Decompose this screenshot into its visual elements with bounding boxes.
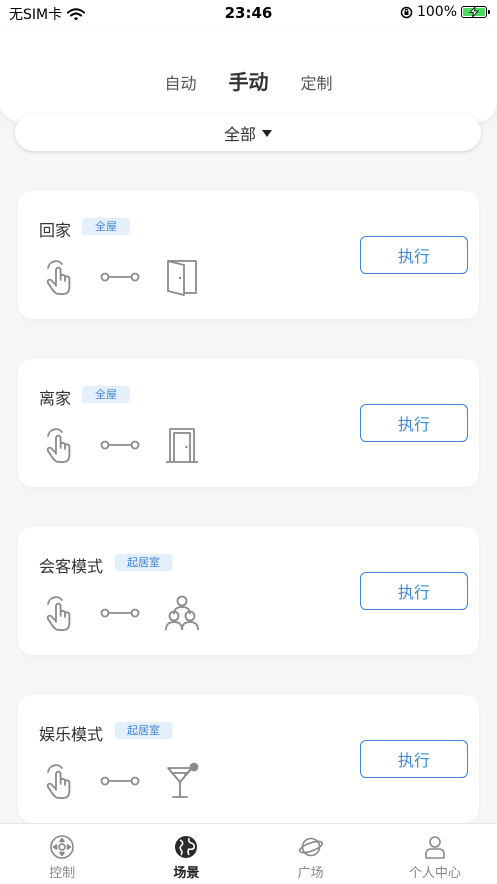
battery-percent: 100%	[416, 4, 457, 20]
scene-card-leave-home: 离家 全屋 执行	[18, 359, 479, 487]
room-tag: 起居室	[115, 554, 172, 571]
scene-title: 离家	[39, 389, 72, 408]
tab-manual[interactable]: 手动	[229, 66, 269, 95]
person-icon	[425, 836, 445, 859]
battery-charging-icon	[461, 6, 490, 18]
header: 自动 手动 定制	[0, 26, 497, 122]
status-bar: 无SIM卡 23:46 100%	[0, 0, 497, 26]
scene-card-guest-mode: 会客模式 起居室 执行	[18, 527, 479, 655]
mode-tabs: 自动 手动 定制	[0, 66, 497, 95]
scene-card-home: 回家 全屋 执行	[18, 191, 479, 319]
room-filter-dropdown[interactable]: 全部	[15, 114, 481, 151]
scene-title: 娱乐模式	[39, 725, 104, 744]
nav-scene[interactable]: 场景	[124, 824, 248, 884]
room-tag: 全屋	[82, 218, 130, 235]
scene-icons	[44, 425, 200, 465]
tab-auto[interactable]: 自动	[164, 70, 196, 94]
scene-icons	[44, 257, 200, 297]
nav-label: 控制	[49, 866, 76, 881]
charging-bolt-icon	[469, 7, 479, 17]
bottom-nav: 控制 场景 广场 个人中心	[0, 823, 497, 884]
touch-hand-icon	[46, 764, 71, 799]
door-open-icon	[167, 260, 197, 296]
link-connector-icon	[100, 272, 140, 282]
control-pad-icon	[50, 835, 74, 859]
nav-control[interactable]: 控制	[0, 824, 124, 884]
nav-label: 场景	[173, 866, 200, 881]
scene-title: 回家	[39, 221, 72, 240]
execute-button[interactable]: 执行	[360, 404, 468, 442]
link-connector-icon	[100, 608, 140, 618]
scene-title: 会客模式	[39, 557, 104, 576]
room-tag: 全屋	[82, 386, 130, 403]
orientation-lock-icon	[400, 6, 413, 18]
scene-card-entertainment-mode: 娱乐模式 起居室 执行	[18, 695, 479, 823]
planet-icon	[298, 837, 323, 857]
nav-label: 广场	[297, 866, 324, 881]
cocktail-icon	[167, 762, 199, 798]
nav-plaza[interactable]: 广场	[249, 824, 373, 884]
filter-label: 全部	[223, 124, 256, 144]
touch-hand-icon	[46, 260, 71, 295]
tab-custom[interactable]: 定制	[301, 70, 333, 94]
nav-profile[interactable]: 个人中心	[373, 824, 497, 884]
scene-icons	[44, 761, 200, 801]
status-right: 100%	[400, 4, 490, 20]
scene-icons	[44, 593, 200, 633]
link-connector-icon	[100, 776, 140, 786]
touch-hand-icon	[46, 428, 71, 463]
caret-down-icon	[262, 129, 272, 137]
link-connector-icon	[100, 440, 140, 450]
execute-button[interactable]: 执行	[360, 740, 468, 778]
touch-hand-icon	[46, 596, 71, 631]
people-group-icon	[165, 595, 199, 631]
execute-button[interactable]: 执行	[360, 572, 468, 610]
door-closed-icon	[166, 428, 198, 463]
room-tag: 起居室	[115, 722, 172, 739]
globe-icon	[175, 836, 198, 858]
execute-button[interactable]: 执行	[360, 236, 468, 274]
nav-label: 个人中心	[408, 866, 461, 881]
